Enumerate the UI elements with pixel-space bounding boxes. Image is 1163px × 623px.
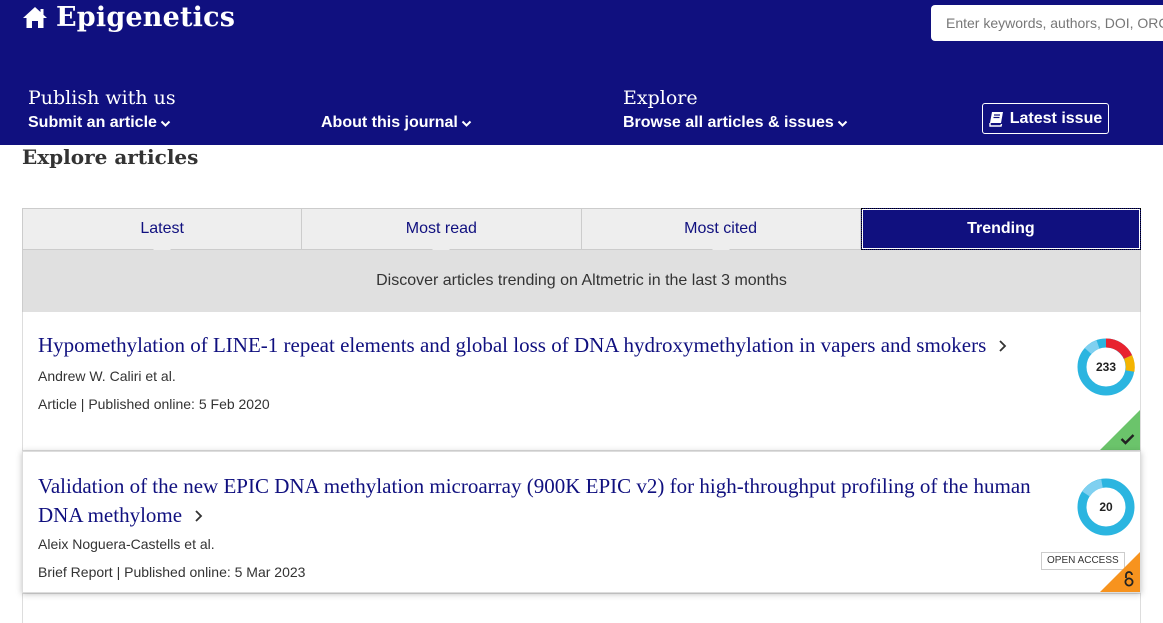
nav-heading-spacer [321, 86, 472, 110]
nav-explore: Explore Browse all articles & issues [623, 86, 848, 133]
altmetric-score: 233 [1095, 360, 1117, 374]
chevron-right-icon [999, 340, 1007, 352]
article-authors: Andrew W. Caliri et al. [38, 368, 176, 384]
nav-heading-publish: Publish with us [28, 87, 176, 109]
article-title-link[interactable]: Hypomethylation of LINE-1 repeat element… [38, 331, 1068, 360]
about-journal-link[interactable]: About this journal [321, 113, 472, 133]
article-authors: Aleix Noguera-Castells et al. [38, 536, 215, 552]
browse-articles-label: Browse all articles & issues [623, 114, 834, 131]
chevron-down-icon [837, 120, 847, 127]
article-meta: Brief Report | Published online: 5 Mar 2… [38, 564, 306, 580]
check-icon [1120, 434, 1135, 445]
altmetric-score: 20 [1099, 500, 1113, 514]
explore-tabs: Latest Most read Most cited Trending [22, 208, 1141, 259]
tab-most-cited[interactable]: Most cited [581, 208, 861, 258]
chevron-right-icon [195, 510, 203, 522]
chevron-down-icon [160, 120, 171, 127]
tab-trending[interactable]: Trending [860, 208, 1141, 259]
explore-articles-heading: Explore articles [22, 145, 199, 169]
nav-about: About this journal [321, 86, 472, 133]
article-title-text: Validation of the new EPIC DNA methylati… [38, 474, 1031, 527]
nav-publish: Publish with us Submit an article [28, 86, 176, 133]
latest-issue-label: Latest issue [1009, 109, 1103, 127]
journal-title: Epigenetics [56, 2, 236, 33]
book-icon [989, 111, 1003, 127]
altmetric-donut[interactable]: 20 [1076, 477, 1136, 537]
chevron-down-icon [461, 120, 472, 127]
tab-latest[interactable]: Latest [22, 208, 303, 258]
about-journal-label: About this journal [321, 114, 458, 131]
submit-article-label: Submit an article [28, 114, 157, 131]
search-input[interactable] [931, 5, 1163, 41]
article-card: Validation of the new EPIC DNA methylati… [22, 451, 1141, 593]
article-title-link[interactable]: Validation of the new EPIC DNA methylati… [38, 472, 1078, 530]
article-meta: Article | Published online: 5 Feb 2020 [38, 396, 270, 412]
submit-article-link[interactable]: Submit an article [28, 113, 176, 133]
latest-issue-button[interactable]: Latest issue [982, 103, 1109, 134]
site-header: Epigenetics Publish with us Submit an ar… [0, 0, 1163, 145]
journal-brand[interactable]: Epigenetics [22, 2, 235, 33]
altmetric-donut[interactable]: 233 [1076, 337, 1136, 397]
article-card: Hypomethylation of LINE-1 repeat element… [22, 312, 1141, 451]
tab-description: Discover articles trending on Altmetric … [22, 250, 1141, 312]
open-lock-icon [1124, 571, 1134, 587]
nav-heading-explore: Explore [623, 87, 698, 109]
home-icon [23, 6, 47, 28]
article-card [22, 593, 1141, 623]
article-title-text: Hypomethylation of LINE-1 repeat element… [38, 333, 987, 357]
browse-articles-link[interactable]: Browse all articles & issues [623, 113, 848, 133]
tab-most-read[interactable]: Most read [302, 208, 582, 258]
